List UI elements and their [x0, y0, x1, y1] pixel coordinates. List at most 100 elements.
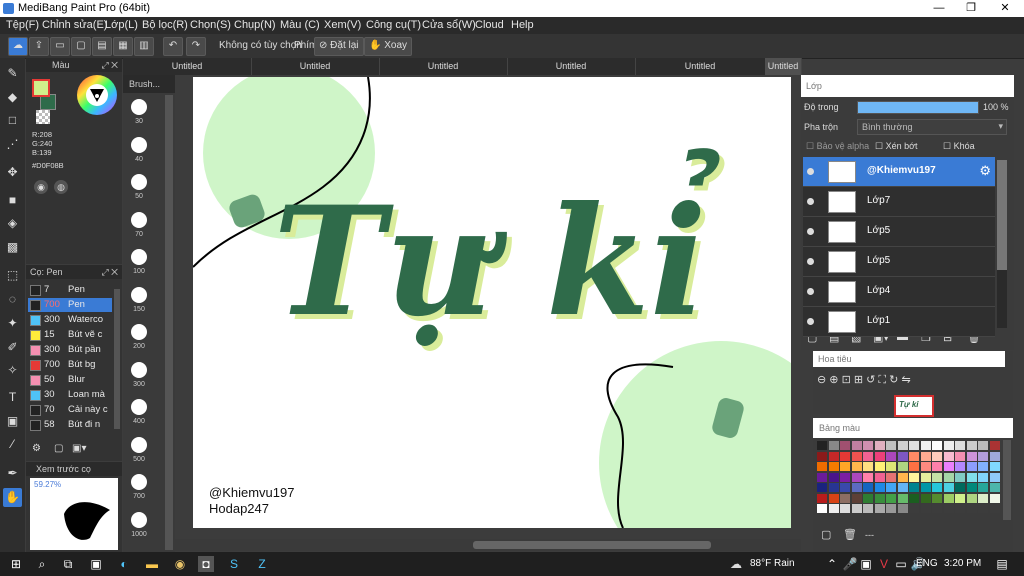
palette-swatch[interactable]	[886, 441, 896, 450]
palette-swatch[interactable]	[943, 462, 954, 471]
fit-icon[interactable]: ⊡	[842, 374, 851, 386]
palette-swatch[interactable]	[955, 441, 965, 450]
palette-swatch[interactable]	[863, 483, 873, 492]
palette-swatch[interactable]	[966, 462, 977, 471]
menu-window[interactable]: Cửa sổ(W)	[422, 19, 476, 31]
dot-tool-icon[interactable]: ⋰	[3, 135, 22, 154]
brush-item[interactable]: 58 Bút đi n	[28, 418, 112, 432]
menu-cloud[interactable]: Cloud	[475, 19, 504, 31]
palette-swatch[interactable]	[989, 472, 1000, 482]
palette-swatch[interactable]	[828, 451, 839, 461]
delete-color-icon[interactable]: 🗑	[843, 528, 857, 541]
palette-swatch[interactable]	[909, 493, 919, 503]
palette-swatch[interactable]	[943, 451, 954, 461]
palette-swatch[interactable]	[955, 472, 965, 482]
lasso-tool-icon[interactable]: ◌	[3, 290, 22, 309]
lock-checkbox[interactable]: ☐ Khóa	[943, 141, 975, 152]
palette-swatch[interactable]	[989, 441, 1000, 450]
palette-swatch[interactable]	[955, 504, 965, 513]
palette-swatch[interactable]	[920, 451, 931, 461]
hand-tool-icon[interactable]: ✋	[3, 488, 22, 507]
palette-swatch[interactable]	[966, 472, 977, 482]
palette-swatch[interactable]	[932, 483, 942, 492]
rotate-button[interactable]: ✋ Xoay	[364, 37, 413, 56]
search-icon[interactable]: ⌕	[34, 556, 50, 572]
palette-swatch[interactable]	[897, 504, 908, 513]
palette-swatch[interactable]	[840, 483, 850, 492]
palette-swatch[interactable]	[851, 483, 862, 492]
brush-item[interactable]: 300 Bút pần	[28, 343, 112, 357]
horizontal-scrollbar[interactable]	[175, 539, 801, 551]
menu-snap[interactable]: Chụp(N)	[234, 19, 276, 31]
file-explorer-icon[interactable]: ▬	[144, 556, 160, 572]
visibility-icon[interactable]	[807, 318, 814, 325]
brush-item[interactable]: 15 Bút vẽ c	[28, 328, 112, 342]
layer-settings-icon[interactable]: ⚙	[979, 163, 991, 179]
add-color-icon[interactable]: ▢	[821, 528, 831, 541]
eraser-tool-icon[interactable]: ◆	[3, 88, 22, 107]
primary-color-swatch[interactable]	[32, 79, 50, 97]
palette-swatch[interactable]	[840, 504, 850, 513]
palette-swatch[interactable]	[851, 462, 862, 471]
shape-tool-icon[interactable]: □	[3, 111, 22, 130]
magic-wand-icon[interactable]: ✦	[3, 314, 22, 333]
palette-swatch[interactable]	[851, 472, 862, 482]
rotate-right-icon[interactable]: ↻	[889, 374, 898, 386]
brush-size-dot[interactable]	[131, 249, 147, 265]
visibility-icon[interactable]	[807, 168, 814, 175]
palette-swatch[interactable]	[989, 451, 1000, 461]
palette-swatch[interactable]	[909, 504, 919, 513]
palette-swatch[interactable]	[874, 441, 885, 450]
brush-panel-controls-icon[interactable]: ⤢ ✕	[101, 265, 118, 279]
palette-swatch[interactable]	[863, 441, 873, 450]
brush-item[interactable]: 300 Waterco	[28, 313, 112, 327]
palette-swatch[interactable]	[840, 472, 850, 482]
palette-add-icon[interactable]: ◍	[54, 180, 68, 194]
color-wheel[interactable]	[76, 74, 118, 116]
palette-swatch[interactable]	[851, 441, 862, 450]
palette-scrollbar[interactable]	[1003, 440, 1011, 520]
brush-item[interactable]: 70 Cải này c	[28, 403, 112, 417]
v-app-icon[interactable]: V	[876, 556, 892, 572]
select-tool-icon[interactable]: ⬚	[3, 266, 22, 285]
palette-swatch[interactable]	[851, 451, 862, 461]
brush-item[interactable]: 7 Pen	[28, 283, 112, 297]
palette-swatch[interactable]	[817, 472, 827, 482]
brush-scrollbar[interactable]	[114, 289, 120, 429]
brush-menu-icon[interactable]: ▣▾	[72, 443, 86, 454]
transparent-swatch[interactable]	[36, 110, 50, 124]
tiles-icon[interactable]: ▥	[134, 37, 154, 56]
palette-swatch[interactable]	[920, 472, 931, 482]
layer-row[interactable]: Lớp1	[803, 307, 995, 337]
photos-icon[interactable]: ▣	[858, 556, 874, 572]
palette-swatch[interactable]	[943, 483, 954, 492]
palette-swatch[interactable]	[909, 483, 919, 492]
brush-item[interactable]: 700 Bút bg	[28, 358, 112, 372]
brush-item[interactable]: 50 Blur	[28, 373, 112, 387]
palette-swatch[interactable]	[840, 462, 850, 471]
palette-swatch[interactable]	[897, 451, 908, 461]
brush-size-dot[interactable]	[131, 174, 147, 190]
palette-swatch[interactable]	[840, 493, 850, 503]
palette-swatch[interactable]	[897, 493, 908, 503]
gradient-tool-icon[interactable]: ▩	[3, 238, 22, 257]
palette-swatch[interactable]	[932, 472, 942, 482]
palette-swatch[interactable]	[817, 462, 827, 471]
menu-tools[interactable]: Công cụ(T)	[366, 19, 421, 31]
task-view-icon[interactable]: ⧉	[60, 556, 76, 572]
brush-size-dot[interactable]	[131, 211, 147, 228]
palette-swatch[interactable]	[920, 504, 931, 513]
palette-swatch[interactable]	[989, 504, 1000, 513]
document-icon[interactable]: ▤	[92, 37, 112, 56]
palette-swatch[interactable]	[932, 504, 942, 513]
grid-icon[interactable]: ▦	[113, 37, 133, 56]
palette-swatch[interactable]	[920, 493, 931, 503]
clock[interactable]: 3:20 PM	[944, 558, 981, 569]
palette-swatch[interactable]	[874, 462, 885, 471]
palette-swatch[interactable]	[966, 493, 977, 503]
palette-swatch[interactable]	[828, 504, 839, 513]
text-tool-icon[interactable]: T	[3, 388, 22, 407]
palette-swatch[interactable]	[886, 462, 896, 471]
layer-row[interactable]: Lớp7	[803, 187, 995, 217]
layer-scrollbar[interactable]	[997, 160, 1007, 328]
